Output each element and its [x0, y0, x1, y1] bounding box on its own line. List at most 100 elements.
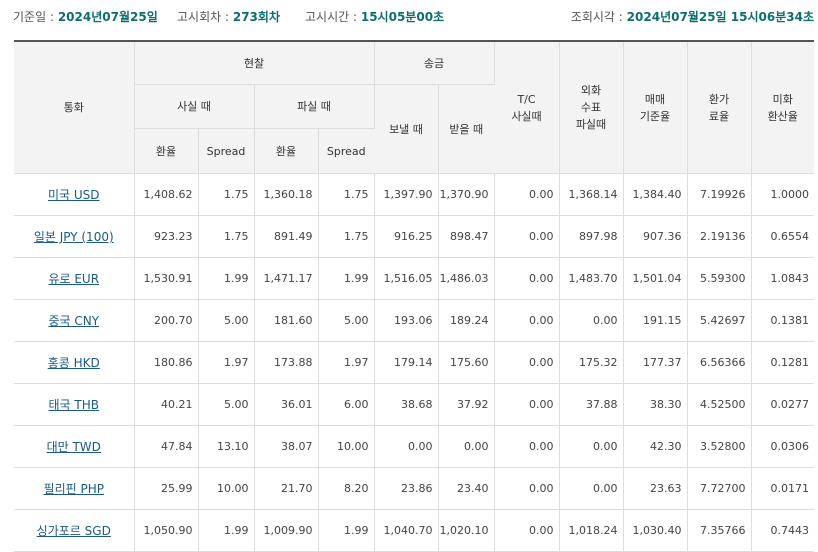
tc-buy-cell: 0.00	[494, 383, 560, 426]
currency-link[interactable]: 싱가포르 SGD	[37, 524, 111, 538]
header-cash-sell-spread: Spread	[318, 128, 374, 174]
cash-sell-spread-cell: 5.00	[318, 299, 375, 342]
wire-send-cell: 1,040.70	[374, 509, 439, 552]
currency-cell: 유로 EUR	[14, 257, 135, 300]
table-row: 중국 CNY 200.70 5.00 181.60 5.00 193.06 189.24 0.…	[14, 299, 814, 342]
cash-sell-spread-cell: 1.97	[318, 341, 375, 384]
header-cash-buy: 사실 때	[134, 84, 255, 129]
usd-conversion-cell: 0.6554	[751, 215, 814, 258]
table-row: 홍콩 HKD 180.86 1.97 173.88 1.97 179.14 175.60 0.…	[14, 341, 814, 384]
currency-cell: 필리핀 PHP	[14, 467, 135, 510]
wire-receive-cell: 37.92	[438, 383, 495, 426]
notice-time: 고시시간 : 15시05분00초	[305, 8, 444, 25]
currency-link[interactable]: 일본 JPY (100)	[34, 230, 114, 244]
conversion-rate-cell: 7.35766	[687, 509, 752, 552]
notice-time-value: 15시05분00초	[360, 10, 445, 24]
cash-buy-rate-cell: 180.86	[134, 341, 199, 384]
wire-send-cell: 1,516.05	[374, 257, 439, 300]
query-time-label: 조회시각 :	[570, 10, 623, 24]
table-row: 대만 TWD 47.84 13.10 38.07 10.00 0.00 0.00 0.00 0.…	[14, 425, 814, 468]
cash-sell-rate-cell: 1,471.17	[254, 257, 319, 300]
fx-check-sell-cell: 0.00	[559, 299, 624, 342]
header-cash-sell: 파실 때	[254, 84, 375, 129]
cash-sell-spread-cell: 6.00	[318, 383, 375, 426]
table-row: 싱가포르 SGD 1,050.90 1.99 1,009.90 1.99 1,040.70…	[14, 509, 814, 552]
tc-buy-cell: 0.00	[494, 173, 560, 216]
notice-round: 고시회차 : 273회차	[177, 8, 280, 25]
fx-check-sell-cell: 1,368.14	[559, 173, 624, 216]
cash-sell-rate-cell: 1,360.18	[254, 173, 319, 216]
fx-check-sell-cell: 37.88	[559, 383, 624, 426]
currency-link[interactable]: 중국 CNY	[48, 314, 99, 328]
currency-link[interactable]: 유로 EUR	[48, 272, 99, 286]
header-tc-buy: T/C 사실때	[494, 40, 560, 174]
cash-sell-spread-cell: 1.75	[318, 173, 375, 216]
cash-buy-rate-cell: 40.21	[134, 383, 199, 426]
notice-date: 기준일 : 2024년07월25일	[13, 8, 158, 25]
cash-buy-rate-cell: 923.23	[134, 215, 199, 258]
header-fx-check-sell: 외화 수표 파실때	[559, 40, 624, 174]
cash-buy-spread-cell: 5.00	[198, 383, 255, 426]
header-currency: 통화	[14, 40, 135, 174]
cash-buy-spread-cell: 1.99	[198, 509, 255, 552]
wire-send-cell: 23.86	[374, 467, 439, 510]
conversion-rate-cell: 4.52500	[687, 383, 752, 426]
currency-link[interactable]: 홍콩 HKD	[48, 356, 100, 370]
tc-buy-cell: 0.00	[494, 299, 560, 342]
cash-sell-rate-cell: 36.01	[254, 383, 319, 426]
conversion-rate-cell: 6.56366	[687, 341, 752, 384]
base-rate-cell: 42.30	[623, 425, 688, 468]
cash-sell-spread-cell: 10.00	[318, 425, 375, 468]
currency-cell: 일본 JPY (100)	[14, 215, 135, 258]
currency-link[interactable]: 대만 TWD	[47, 440, 101, 454]
currency-cell: 미국 USD	[14, 173, 135, 216]
query-time-value: 2024년07월25일 15시06분34초	[626, 10, 814, 24]
notice-round-value: 273회차	[232, 10, 280, 24]
header-cash-buy-rate: 환율	[134, 128, 199, 174]
cash-sell-spread-cell: 1.99	[318, 257, 375, 300]
notice-date-value: 2024년07월25일	[57, 10, 158, 24]
header-cash-buy-spread: Spread	[198, 128, 255, 174]
conversion-rate-cell: 7.72700	[687, 467, 752, 510]
exchange-rate-table: 통화 현찰 송금 T/C 사실때 외화 수표 파실때 매매 기준율 환가 료율 …	[14, 40, 814, 552]
usd-conversion-cell: 0.1381	[751, 299, 814, 342]
wire-receive-cell: 189.24	[438, 299, 495, 342]
currency-cell: 싱가포르 SGD	[14, 509, 135, 552]
wire-send-cell: 916.25	[374, 215, 439, 258]
cash-buy-spread-cell: 13.10	[198, 425, 255, 468]
conversion-rate-cell: 5.42697	[687, 299, 752, 342]
tc-buy-cell: 0.00	[494, 215, 560, 258]
wire-send-cell: 193.06	[374, 299, 439, 342]
base-rate-cell: 1,384.40	[623, 173, 688, 216]
currency-link[interactable]: 필리핀 PHP	[44, 482, 104, 496]
base-rate-cell: 23.63	[623, 467, 688, 510]
rate-table-body: 미국 USD 1,408.62 1.75 1,360.18 1.75 1,397.90 1,…	[14, 173, 814, 552]
usd-conversion-cell: 0.7443	[751, 509, 814, 552]
tc-buy-cell: 0.00	[494, 257, 560, 300]
table-row: 필리핀 PHP 25.99 10.00 21.70 8.20 23.86 23.40 0.00…	[14, 467, 814, 510]
table-row: 미국 USD 1,408.62 1.75 1,360.18 1.75 1,397.90 1,…	[14, 173, 814, 216]
base-rate-cell: 907.36	[623, 215, 688, 258]
currency-cell: 태국 THB	[14, 383, 135, 426]
cash-buy-rate-cell: 200.70	[134, 299, 199, 342]
wire-send-cell: 38.68	[374, 383, 439, 426]
wire-send-cell: 0.00	[374, 425, 439, 468]
table-row: 일본 JPY (100) 923.23 1.75 891.49 1.75 916.25 89…	[14, 215, 814, 258]
base-rate-cell: 177.37	[623, 341, 688, 384]
cash-buy-rate-cell: 1,050.90	[134, 509, 199, 552]
cash-buy-rate-cell: 25.99	[134, 467, 199, 510]
base-rate-cell: 38.30	[623, 383, 688, 426]
usd-conversion-cell: 0.1281	[751, 341, 814, 384]
currency-link[interactable]: 태국 THB	[49, 398, 99, 412]
header-cash: 현찰	[134, 40, 375, 85]
table-row: 유로 EUR 1,530.91 1.99 1,471.17 1.99 1,516.05 1,…	[14, 257, 814, 300]
header-wire-send: 보낼 때	[374, 84, 439, 174]
wire-receive-cell: 1,370.90	[438, 173, 495, 216]
wire-send-cell: 179.14	[374, 341, 439, 384]
usd-conversion-cell: 0.0171	[751, 467, 814, 510]
fx-check-sell-cell: 0.00	[559, 467, 624, 510]
cash-buy-spread-cell: 1.99	[198, 257, 255, 300]
base-rate-cell: 191.15	[623, 299, 688, 342]
tc-buy-cell: 0.00	[494, 467, 560, 510]
currency-link[interactable]: 미국 USD	[48, 188, 100, 202]
